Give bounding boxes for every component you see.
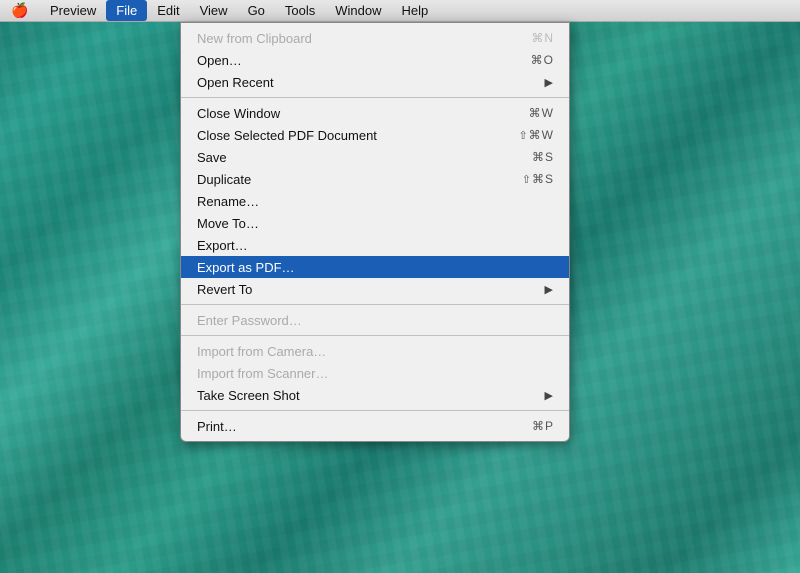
menu-item-print[interactable]: Print… ⌘P (181, 415, 569, 437)
separator-2 (181, 304, 569, 305)
separator-3 (181, 335, 569, 336)
menu-item-import-camera[interactable]: Import from Camera… (181, 340, 569, 362)
menu-item-move-to[interactable]: Move To… (181, 212, 569, 234)
menubar-item-window[interactable]: Window (325, 0, 391, 21)
menu-item-open-recent[interactable]: Open Recent ▶ (181, 71, 569, 93)
separator-1 (181, 97, 569, 98)
menubar-item-edit[interactable]: Edit (147, 0, 189, 21)
menubar-item-preview[interactable]: Preview (40, 0, 106, 21)
menubar-item-file[interactable]: File (106, 0, 147, 21)
file-dropdown-menu: New from Clipboard ⌘N Open… ⌘O Open Rece… (180, 22, 570, 442)
menu-item-duplicate[interactable]: Duplicate ⇧⌘S (181, 168, 569, 190)
menu-item-open[interactable]: Open… ⌘O (181, 49, 569, 71)
menubar-item-view[interactable]: View (190, 0, 238, 21)
menubar-item-go[interactable]: Go (238, 0, 275, 21)
submenu-arrow-screenshot: ▶ (545, 389, 553, 402)
menu-item-take-screenshot[interactable]: Take Screen Shot ▶ (181, 384, 569, 406)
menu-item-close-window[interactable]: Close Window ⌘W (181, 102, 569, 124)
menu-item-new-clipboard[interactable]: New from Clipboard ⌘N (181, 27, 569, 49)
submenu-arrow-revert-to: ▶ (545, 283, 553, 296)
menu-item-enter-password[interactable]: Enter Password… (181, 309, 569, 331)
apple-icon: 🍎 (11, 2, 28, 19)
menu-item-close-selected-pdf[interactable]: Close Selected PDF Document ⇧⌘W (181, 124, 569, 146)
menubar-item-tools[interactable]: Tools (275, 0, 325, 21)
menubar: 🍎 Preview File Edit View Go Tools Window… (0, 0, 800, 22)
separator-4 (181, 410, 569, 411)
menu-item-export[interactable]: Export… (181, 234, 569, 256)
menu-item-revert-to[interactable]: Revert To ▶ (181, 278, 569, 300)
menubar-item-help[interactable]: Help (392, 0, 439, 21)
menu-item-export-pdf[interactable]: Export as PDF… (181, 256, 569, 278)
menu-item-import-scanner[interactable]: Import from Scanner… (181, 362, 569, 384)
apple-menu-button[interactable]: 🍎 (0, 2, 40, 19)
menu-item-save[interactable]: Save ⌘S (181, 146, 569, 168)
submenu-arrow-open-recent: ▶ (545, 76, 553, 89)
menu-item-rename[interactable]: Rename… (181, 190, 569, 212)
